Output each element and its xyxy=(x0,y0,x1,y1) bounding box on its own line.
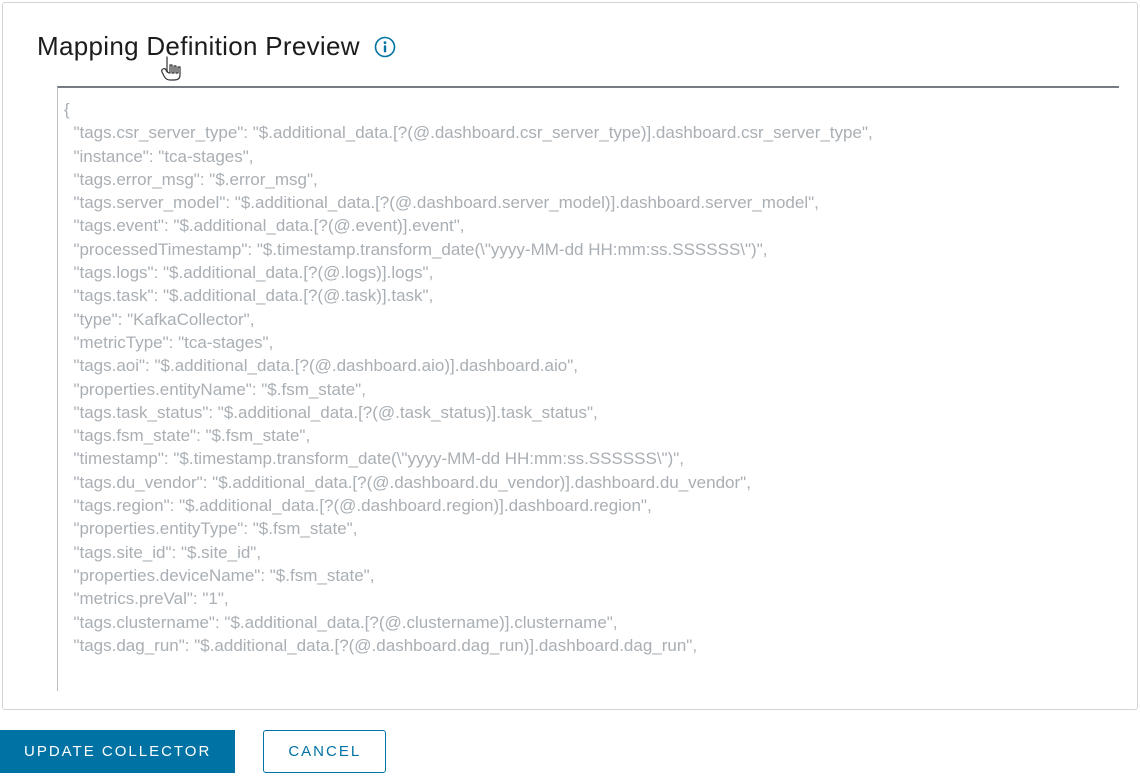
info-icon[interactable] xyxy=(374,36,396,58)
cancel-button[interactable]: CANCEL xyxy=(263,730,386,773)
page-title: Mapping Definition Preview xyxy=(37,31,360,62)
update-collector-button[interactable]: UPDATE COLLECTOR xyxy=(0,730,235,773)
preview-panel: Mapping Definition Preview { "tags.csr_s… xyxy=(2,2,1138,710)
heading-row: Mapping Definition Preview xyxy=(37,31,1119,62)
mapping-preview-textarea[interactable]: { "tags.csr_server_type": "$.additional_… xyxy=(57,86,1119,691)
button-row: UPDATE COLLECTOR CANCEL xyxy=(0,730,1140,773)
